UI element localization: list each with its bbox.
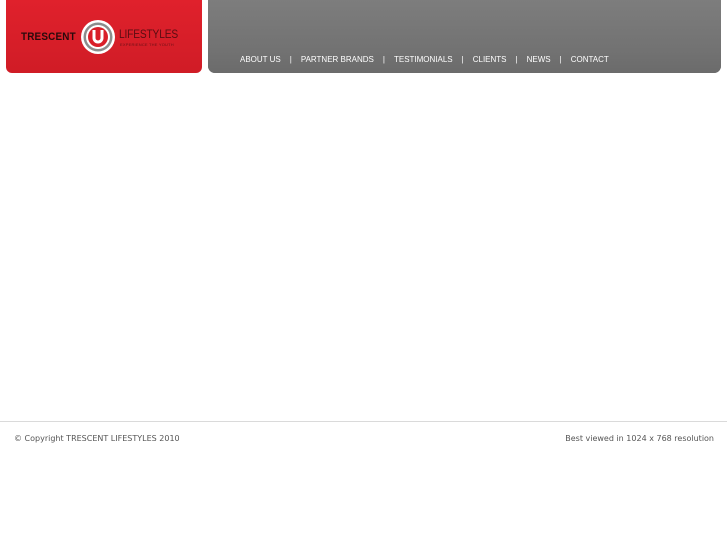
nav-item-clients[interactable]: CLIENTS xyxy=(473,55,507,64)
nav-item-about-us[interactable]: ABOUT US xyxy=(240,55,281,64)
footer-copyright: © Copyright TRESCENT LIFESTYLES 2010 xyxy=(14,434,180,443)
logo-emblem-icon xyxy=(81,20,115,54)
nav-bar: ABOUT US | PARTNER BRANDS | TESTIMONIALS… xyxy=(208,0,721,73)
footer-divider xyxy=(0,421,727,422)
nav-separator: | xyxy=(289,55,292,64)
nav-item-news[interactable]: NEWS xyxy=(527,55,551,64)
nav-item-contact[interactable]: CONTACT xyxy=(571,55,609,64)
page: TRESCENT LIFESTYLES EXPERIENCE THE YOUTH… xyxy=(0,0,727,545)
nav-separator: | xyxy=(559,55,562,64)
main-navigation: ABOUT US | PARTNER BRANDS | TESTIMONIALS… xyxy=(240,55,609,64)
nav-separator: | xyxy=(515,55,518,64)
logo-tagline: EXPERIENCE THE YOUTH xyxy=(120,42,174,47)
nav-item-partner-brands[interactable]: PARTNER BRANDS xyxy=(301,55,374,64)
nav-separator: | xyxy=(382,55,385,64)
nav-item-testimonials[interactable]: TESTIMONIALS xyxy=(394,55,453,64)
logo-wordmark-left: TRESCENT xyxy=(21,31,76,43)
footer-resolution-note: Best viewed in 1024 x 768 resolution xyxy=(565,434,714,443)
logo-wordmark-right: LIFESTYLES xyxy=(119,27,178,41)
nav-separator: | xyxy=(461,55,464,64)
logo[interactable]: TRESCENT LIFESTYLES EXPERIENCE THE YOUTH xyxy=(6,0,202,73)
